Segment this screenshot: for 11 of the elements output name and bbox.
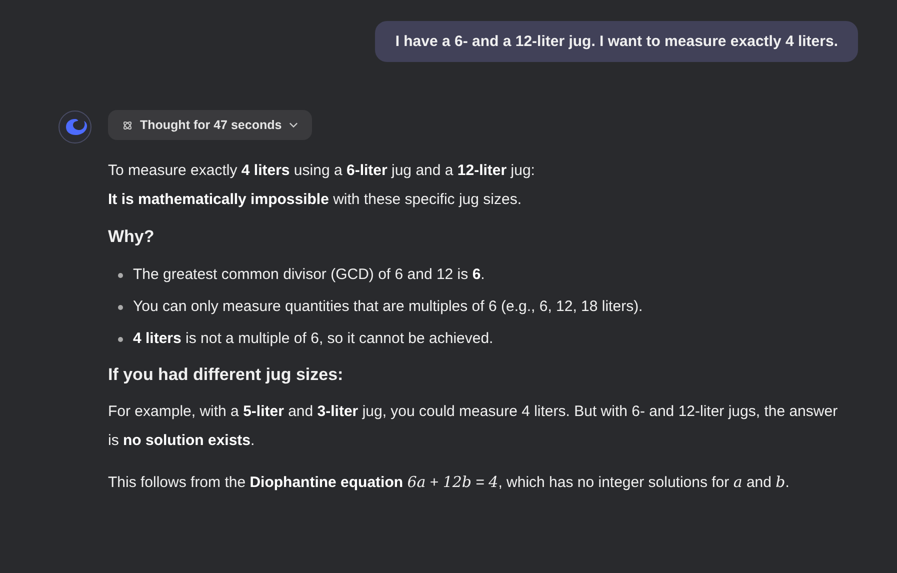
paragraph-text: This follows from the Diophantine equation 6a + 12b = 4, which has no integer solutions for a and b. bbox=[108, 472, 790, 493]
list-item-text: You can only measure quantities that are multiples of 6 (e.g., 6, 12, 18 liters). bbox=[133, 297, 643, 317]
list-item-text: 4 liters is not a multiple of 6, so it cannot be achieved. bbox=[133, 329, 494, 349]
paragraph-text: It is mathematically impossible with these specific jug sizes. bbox=[108, 190, 523, 210]
section-heading: If you had different jug sizes: bbox=[108, 365, 344, 385]
user-message: I have a 6- and a 12-liter jug. I want to measure exactly 4 liters. bbox=[375, 21, 858, 62]
list-item-text: The greatest common divisor (GCD) of 6 and 12 is 6. bbox=[133, 265, 485, 285]
paragraph-text: For example, with a 5-liter and 3-liter jug, you could measure 4 liters. But with 6- and 12-liter jugs, the answer is no solution exists. bbox=[108, 402, 838, 451]
thought-toggle-button[interactable]: Thought for 47 seconds bbox=[108, 110, 312, 140]
section-heading: Why? bbox=[108, 227, 156, 247]
paragraph-text: To measure exactly 4 liters using a 6-liter jug and a 12-liter jug: bbox=[108, 161, 536, 181]
